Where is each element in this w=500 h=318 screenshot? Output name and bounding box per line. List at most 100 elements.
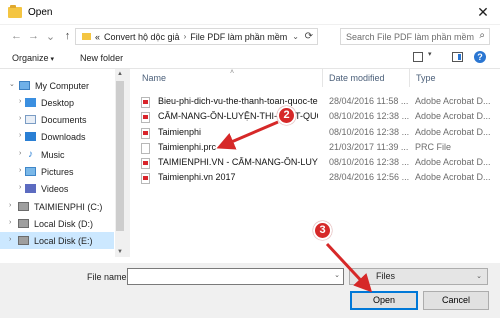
title-bar: Open ✕ <box>0 0 500 25</box>
file-type: Adobe Acrobat D... <box>415 157 491 167</box>
column-header-type[interactable]: Type <box>409 69 436 87</box>
window-title: Open <box>28 6 53 18</box>
sidebar-item-drive-e[interactable]: Local Disk (E:) <box>0 232 114 249</box>
navigation-bar: ← → ⌄ ↑ « Convert hộ dộc giả › File PDF … <box>0 25 500 47</box>
file-name-input[interactable] <box>128 269 328 284</box>
drive-icon <box>18 236 29 245</box>
scroll-down-icon[interactable]: ▼ <box>115 247 125 257</box>
generic-file-icon <box>141 143 150 154</box>
file-name: TAIMIENPHI.VN - CẨM-NANG-ÔN-LUYỆ... <box>158 157 318 167</box>
sidebar-item-drive-d[interactable]: Local Disk (D:) <box>0 215 114 232</box>
sidebar-item-label: Pictures <box>41 166 74 177</box>
sidebar-item-pictures[interactable]: Pictures <box>0 163 114 180</box>
close-button[interactable]: ✕ <box>466 0 500 25</box>
new-folder-button[interactable]: New folder <box>80 53 123 63</box>
file-row[interactable]: Bieu-phi-dich-vu-the-thanh-toan-quoc-te … <box>130 95 500 109</box>
sidebar-item-label: TAIMIENPHI (C:) <box>34 201 103 212</box>
view-options-icon[interactable] <box>413 52 423 62</box>
sidebar-item-label: Downloads <box>41 131 86 142</box>
breadcrumb-separator[interactable]: › <box>184 32 187 41</box>
toolbar: Organize ▾ New folder ▾ ? <box>0 47 500 69</box>
file-date: 21/03/2017 11:39 ... <box>329 142 409 152</box>
file-name: Taimienphi.vn 2017 <box>158 172 236 182</box>
sidebar-item-music[interactable]: ♪ Music <box>0 146 114 163</box>
search-icon[interactable]: ⌕ <box>479 30 485 41</box>
sidebar-item-label: Videos <box>41 183 69 194</box>
chevron-down-icon[interactable]: ⌄ <box>476 269 482 284</box>
sidebar-item-label: Local Disk (E:) <box>34 235 93 246</box>
file-type-value: Files <box>376 271 396 281</box>
refresh-icon[interactable]: ⟳ <box>305 29 313 44</box>
desktop-icon <box>25 98 36 107</box>
documents-icon <box>25 115 36 124</box>
file-type: Adobe Acrobat D... <box>415 111 491 121</box>
breadcrumb-item[interactable]: File PDF làm phần mềm <box>190 32 287 42</box>
videos-icon <box>25 184 36 193</box>
column-header-name[interactable]: Name <box>142 69 166 87</box>
file-date: 28/04/2016 12:56 ... <box>329 172 410 182</box>
dialog-footer: File name: ⌄ Files ⌄ Open Cancel <box>0 263 500 318</box>
help-icon[interactable]: ? <box>474 51 486 63</box>
file-date: 08/10/2016 12:38 ... <box>329 157 410 167</box>
folder-icon <box>8 4 22 18</box>
pdf-file-icon <box>141 173 150 184</box>
file-type-select[interactable]: Files ⌄ <box>349 268 488 285</box>
caret-down-icon: ▾ <box>50 55 55 63</box>
recent-locations-chevron-icon[interactable]: ⌄ <box>42 27 59 45</box>
sidebar-item-label: Local Disk (D:) <box>34 218 94 229</box>
sidebar-item-my-computer[interactable]: My Computer <box>0 77 114 94</box>
file-name-combobox[interactable]: ⌄ <box>127 268 344 285</box>
view-dropdown-icon[interactable]: ▾ <box>428 50 432 58</box>
scroll-up-icon[interactable]: ▲ <box>115 69 125 79</box>
file-row[interactable]: TAIMIENPHI.VN - CẨM-NANG-ÔN-LUYỆ... 08/1… <box>130 156 500 170</box>
file-name: Bieu-phi-dich-vu-the-thanh-toan-quoc-te <box>158 96 318 106</box>
file-type: Adobe Acrobat D... <box>415 172 491 182</box>
back-arrow-icon[interactable]: ← <box>8 27 25 45</box>
search-input[interactable] <box>346 31 476 42</box>
pictures-icon <box>25 167 36 176</box>
sort-caret-icon: ˄ <box>230 69 235 76</box>
chevron-down-icon[interactable]: ⌄ <box>334 271 340 279</box>
column-header-date[interactable]: Date modified <box>322 69 385 87</box>
forward-arrow-icon[interactable]: → <box>25 27 42 45</box>
file-name: Taimienphi <box>158 127 202 137</box>
pdf-file-icon <box>141 97 150 108</box>
sidebar-item-desktop[interactable]: Desktop <box>0 94 114 111</box>
breadcrumb-item[interactable]: Convert hộ dộc giả <box>104 32 180 42</box>
sidebar-item-drive-c[interactable]: TAIMIENPHI (C:) <box>0 198 114 215</box>
up-arrow-icon[interactable]: ↑ <box>59 27 76 45</box>
navigation-pane: ⌄ My Computer › Desktop › Documents › Do… <box>0 69 124 257</box>
scrollbar-thumb[interactable] <box>116 81 124 231</box>
file-row[interactable]: Taimienphi.vn 2017 28/04/2016 12:56 ... … <box>130 171 500 185</box>
address-bar[interactable]: « Convert hộ dộc giả › File PDF làm phần… <box>75 28 318 45</box>
sidebar-item-downloads[interactable]: Downloads <box>0 128 114 145</box>
sidebar-item-videos[interactable]: Videos <box>0 180 114 197</box>
sidebar-scrollbar[interactable]: ▲ ▼ <box>115 69 125 257</box>
file-row[interactable]: Taimienphi 08/10/2016 12:38 ... Adobe Ac… <box>130 126 500 140</box>
sidebar-item-documents[interactable]: Documents <box>0 111 114 128</box>
computer-icon <box>19 81 30 90</box>
file-name: Taimienphi.prc <box>158 142 217 152</box>
address-dropdown-icon[interactable]: ⌄ <box>292 29 299 44</box>
pdf-file-icon <box>141 128 150 139</box>
file-row[interactable]: Taimienphi.prc 21/03/2017 11:39 ... PRC … <box>130 141 500 155</box>
music-icon: ♪ <box>25 150 36 160</box>
preview-pane-icon[interactable] <box>452 52 463 62</box>
annotation-badge-3: 3 <box>313 221 332 240</box>
file-row[interactable]: CẨM-NANG-ÔN-LUYỆN-THI-THPT-QUỐ... 08/10/… <box>130 110 500 124</box>
expand-chevron-icon[interactable]: › <box>9 236 17 243</box>
organize-button[interactable]: Organize ▾ <box>12 53 54 63</box>
organize-label: Organize <box>12 52 49 63</box>
file-date: 08/10/2016 12:38 ... <box>329 127 410 137</box>
downloads-icon <box>25 132 36 141</box>
search-box[interactable]: ⌕ <box>340 28 490 45</box>
cancel-button[interactable]: Cancel <box>423 291 489 310</box>
path-overflow[interactable]: « <box>95 32 100 42</box>
sidebar-item-label: Desktop <box>41 97 75 108</box>
open-button[interactable]: Open <box>350 291 418 310</box>
file-type: Adobe Acrobat D... <box>415 127 491 137</box>
folder-icon <box>82 33 91 40</box>
pdf-file-icon <box>141 158 150 169</box>
file-name-label: File name: <box>87 272 130 282</box>
file-type: Adobe Acrobat D... <box>415 96 491 106</box>
